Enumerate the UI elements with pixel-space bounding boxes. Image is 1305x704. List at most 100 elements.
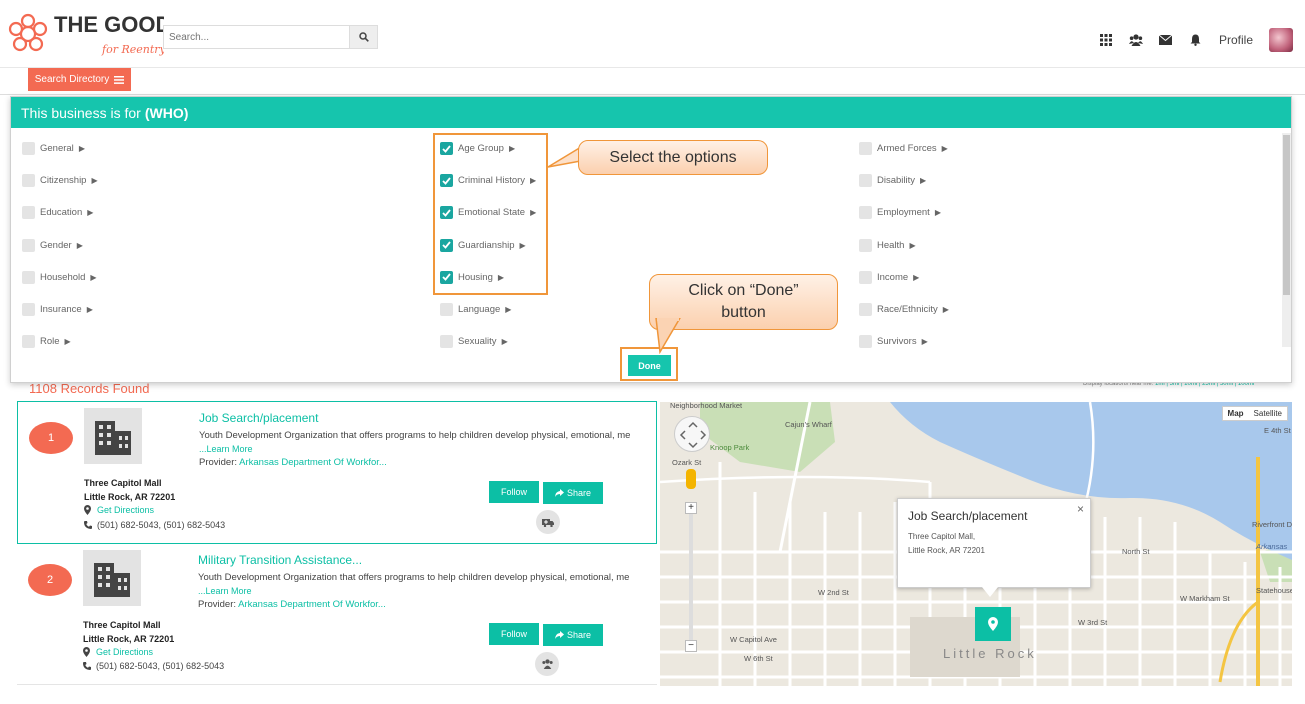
expand-arrow-icon[interactable]: ▶	[77, 241, 83, 250]
option-education[interactable]: Education ▶	[22, 206, 93, 220]
expand-arrow-icon[interactable]: ▶	[913, 273, 919, 282]
search-icon	[358, 32, 369, 42]
option-general[interactable]: General ▶	[22, 142, 85, 155]
profile-link[interactable]: Profile	[1219, 33, 1253, 47]
search-input[interactable]	[164, 26, 349, 48]
bell-icon[interactable]	[1189, 33, 1203, 47]
checkbox[interactable]	[22, 206, 35, 220]
share-button[interactable]: Share	[543, 482, 603, 504]
get-directions[interactable]: Get Directions	[83, 647, 153, 657]
search-button[interactable]	[349, 26, 377, 48]
options-highlight-box	[433, 133, 548, 295]
provider-link[interactable]: Arkansas Department Of Workfor...	[238, 599, 386, 610]
checkbox[interactable]	[440, 303, 453, 316]
option-armed-forces[interactable]: Armed Forces ▶	[859, 142, 948, 155]
checkbox[interactable]	[22, 335, 35, 349]
result-title[interactable]: Military Transition Assistance...	[198, 553, 362, 567]
option-role[interactable]: Role ▶	[22, 335, 71, 349]
map[interactable]: Map Satellite + − Neighborhood Market Ca…	[660, 402, 1292, 686]
option-survivors[interactable]: Survivors ▶	[859, 335, 928, 349]
modal-title-who: (WHO)	[144, 104, 189, 121]
checkbox[interactable]	[22, 238, 35, 252]
address-line2: Little Rock, AR 72201	[84, 492, 176, 502]
expand-arrow-icon[interactable]: ▶	[943, 305, 949, 314]
checkbox[interactable]	[22, 303, 35, 316]
scrollbar-thumb[interactable]	[1283, 135, 1290, 295]
modal-scrollbar[interactable]	[1282, 133, 1291, 347]
street-view-pegman[interactable]	[686, 469, 696, 489]
good-grid-logo[interactable]: THE GOOD GRID for Reentry	[4, 8, 232, 62]
follow-button[interactable]: Follow	[489, 623, 539, 645]
option-gender[interactable]: Gender ▶	[22, 238, 83, 252]
expand-arrow-icon[interactable]: ▶	[505, 305, 511, 314]
users-icon[interactable]	[535, 652, 559, 676]
result-phone: (501) 682-5043, (501) 682-5043	[84, 520, 225, 530]
expand-arrow-icon[interactable]: ▶	[502, 337, 508, 346]
checkbox[interactable]	[22, 142, 35, 155]
result-card[interactable]: 1 Job Search/placement Youth Development…	[17, 401, 657, 544]
checkbox[interactable]	[859, 238, 872, 252]
map-type-map[interactable]: Map	[1223, 407, 1249, 420]
grid-icon[interactable]	[1099, 33, 1113, 47]
result-card[interactable]: 2 Military Transition Assistance... Yout…	[17, 545, 657, 685]
avatar[interactable]	[1269, 28, 1293, 52]
checkbox[interactable]	[859, 335, 872, 349]
map-type-satellite[interactable]: Satellite	[1249, 407, 1287, 420]
checkbox[interactable]	[22, 174, 35, 188]
option-disability[interactable]: Disability ▶	[859, 174, 926, 188]
expand-arrow-icon[interactable]: ▶	[909, 241, 915, 250]
mail-icon[interactable]	[1159, 33, 1173, 47]
checkbox[interactable]	[859, 303, 872, 316]
checkbox[interactable]	[859, 270, 872, 284]
city-label: Little Rock	[943, 646, 1037, 661]
expand-arrow-icon[interactable]: ▶	[922, 337, 928, 346]
search-directory-button[interactable]: Search Directory	[28, 68, 131, 91]
logo-text-sub: for Reentry	[101, 43, 164, 56]
checkbox[interactable]	[859, 174, 872, 188]
expand-arrow-icon[interactable]: ▶	[65, 337, 71, 346]
checkbox[interactable]	[22, 270, 35, 284]
users-icon[interactable]	[1128, 33, 1143, 47]
expand-arrow-icon[interactable]: ▶	[942, 144, 948, 153]
pan-control[interactable]	[674, 416, 710, 452]
option-health[interactable]: Health ▶	[859, 238, 916, 252]
share-button[interactable]: Share	[543, 624, 603, 646]
checkbox[interactable]	[859, 142, 872, 155]
pan-arrows-icon	[679, 421, 707, 449]
top-nav: Profile	[1099, 28, 1293, 52]
expand-arrow-icon[interactable]: ▶	[87, 305, 93, 314]
provider-link[interactable]: Arkansas Department Of Workfor...	[239, 457, 387, 468]
info-title: Job Search/placement	[908, 509, 1028, 523]
option-citizenship[interactable]: Citizenship ▶	[22, 174, 98, 188]
close-icon[interactable]: ×	[1077, 502, 1084, 516]
option-employment[interactable]: Employment ▶	[859, 206, 941, 220]
get-directions[interactable]: Get Directions	[84, 505, 154, 515]
option-language[interactable]: Language ▶	[440, 303, 511, 316]
zoom-out-button[interactable]: −	[685, 640, 697, 652]
learn-more-link[interactable]: ...Learn More	[198, 586, 252, 596]
expand-arrow-icon[interactable]: ▶	[90, 273, 96, 282]
divider	[0, 94, 1305, 95]
checkbox[interactable]	[440, 335, 453, 349]
option-household[interactable]: Household ▶	[22, 270, 97, 284]
expand-arrow-icon[interactable]: ▶	[87, 208, 93, 217]
expand-arrow-icon[interactable]: ▶	[91, 176, 97, 185]
option-insurance[interactable]: Insurance ▶	[22, 303, 93, 316]
expand-arrow-icon[interactable]: ▶	[920, 176, 926, 185]
option-income[interactable]: Income ▶	[859, 270, 919, 284]
checkbox[interactable]	[859, 206, 872, 220]
zoom-slider[interactable]	[689, 508, 693, 648]
result-title[interactable]: Job Search/placement	[199, 411, 318, 425]
expand-arrow-icon[interactable]: ▶	[935, 208, 941, 217]
option-sexuality[interactable]: Sexuality ▶	[440, 335, 508, 349]
learn-more-link[interactable]: ...Learn More	[199, 444, 253, 454]
option-race-ethnicity[interactable]: Race/Ethnicity ▶	[859, 303, 949, 316]
map-label: W Markham St	[1180, 594, 1230, 603]
map-pin[interactable]	[975, 607, 1011, 641]
share-icon	[554, 631, 564, 639]
option-label: Race/Ethnicity	[877, 304, 938, 315]
ambulance-icon[interactable]	[536, 510, 560, 534]
follow-button[interactable]: Follow	[489, 481, 539, 503]
expand-arrow-icon[interactable]: ▶	[79, 144, 85, 153]
zoom-in-button[interactable]: +	[685, 502, 697, 514]
